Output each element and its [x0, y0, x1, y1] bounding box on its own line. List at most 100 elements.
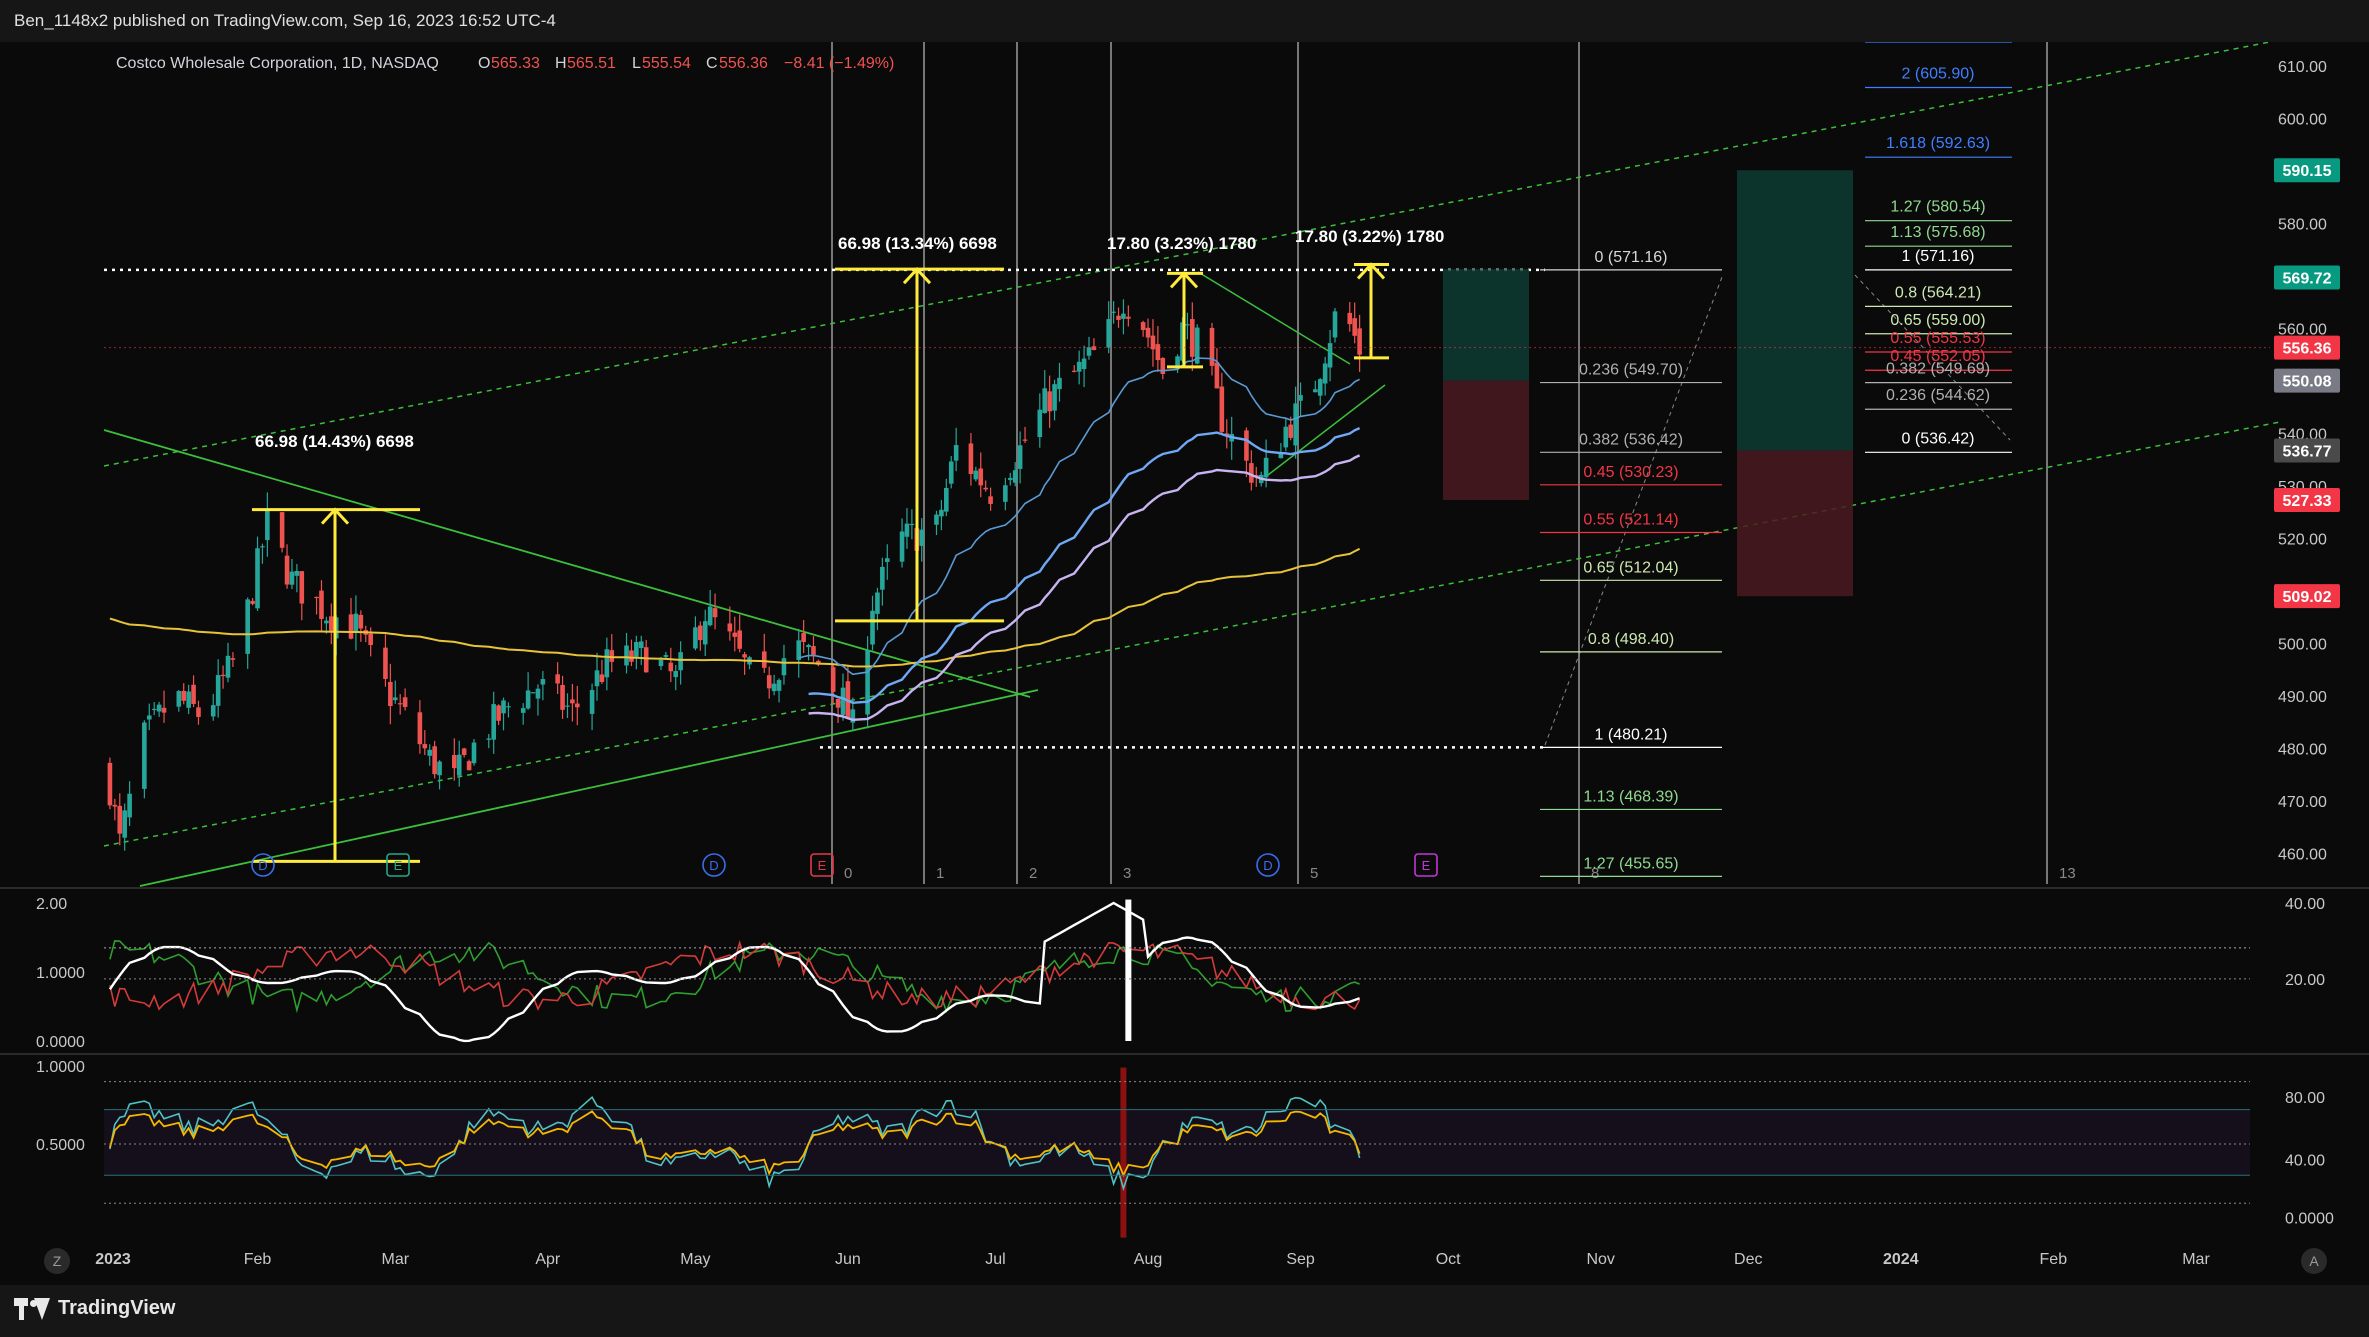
indicator-axis-tick: 0.0000	[2285, 1210, 2334, 1227]
candle-body	[1012, 470, 1018, 483]
svg-text:H: H	[555, 55, 567, 72]
candle-body	[565, 705, 570, 707]
candle-body	[1214, 362, 1220, 389]
long-position-stop-zone	[1443, 380, 1529, 501]
candle-body	[634, 641, 639, 657]
fib-extension-label: 0.55 (555.53)	[1890, 330, 1985, 347]
svg-text:556.36: 556.36	[719, 55, 768, 72]
fib-retracement-label: 0.55 (521.14)	[1583, 512, 1678, 529]
candle-body	[456, 754, 462, 776]
candle-body	[1052, 384, 1057, 411]
candle-body	[1106, 319, 1111, 348]
chart-canvas[interactable]: 0 1 2 3 5 8 130 (571.16)0.236 (549.70)0.382 (5…	[0, 39, 2369, 1285]
candle-body	[884, 558, 890, 562]
measure-q2-label: 66.98 (13.34%) 6698	[838, 234, 997, 253]
candle-body	[250, 600, 255, 604]
candle-body	[1037, 409, 1043, 438]
candle-body	[1190, 319, 1195, 357]
fib-extension-label: 0.236 (544.62)	[1886, 387, 1990, 404]
candle-body	[973, 470, 979, 480]
fib-extension-label: 0.65 (559.00)	[1890, 312, 1985, 329]
candle-body	[1160, 358, 1166, 375]
time-axis-tick: Dec	[1734, 1251, 1762, 1268]
candle-body	[953, 445, 959, 461]
tradingview-logo[interactable]: TradingView	[14, 1297, 175, 1320]
candle-body	[486, 738, 492, 740]
candle-body	[432, 746, 437, 775]
candle-body	[1086, 347, 1092, 356]
indicator-axis-tick: 40.00	[2285, 1153, 2325, 1170]
candle-body	[968, 443, 974, 475]
price-tag-label: 527.33	[2283, 493, 2332, 510]
time-axis-tick: Aug	[1134, 1251, 1162, 1268]
candle-body	[1071, 370, 1077, 372]
candle-body	[1352, 318, 1357, 336]
candle-body	[314, 596, 319, 599]
candle-body	[220, 674, 226, 677]
candle-body	[638, 641, 644, 649]
event-marker-label: D	[258, 858, 267, 873]
candle-body	[255, 548, 260, 609]
scale-z-button[interactable]: Z	[44, 1248, 70, 1274]
event-marker-label: E	[1422, 858, 1431, 873]
scale-auto-button[interactable]: A	[2301, 1248, 2327, 1274]
candle-body	[353, 613, 359, 634]
price-tag-label: 590.15	[2283, 163, 2332, 180]
fib-retracement-label: 0.382 (536.42)	[1579, 431, 1683, 448]
candle-body	[1313, 389, 1318, 393]
candle-body	[1076, 361, 1082, 372]
fib-extension-label: 2 (605.90)	[1902, 66, 1975, 83]
candle-body	[555, 674, 560, 684]
candle-body	[599, 674, 605, 683]
fib-retracement-label: 0.45 (530.23)	[1583, 464, 1678, 481]
time-axis-tick: Feb	[244, 1251, 272, 1268]
price-axis-tick: 490.00	[2278, 689, 2327, 706]
candle-body	[865, 650, 870, 715]
time-axis-tick: Jun	[835, 1251, 861, 1268]
candle-body	[624, 645, 629, 666]
fib-retracement-label: 0 (571.16)	[1595, 249, 1668, 266]
candle-body	[496, 705, 501, 721]
event-marker-label: D	[1263, 858, 1272, 873]
candle-body	[151, 708, 157, 711]
fib-time-label: 0	[844, 865, 852, 882]
candle-body	[693, 627, 698, 649]
measure-aug-label: 17.80 (3.23%) 1780	[1107, 234, 1256, 253]
candle-body	[766, 675, 772, 689]
candle-body	[520, 708, 526, 713]
indicator2-spike-bar	[1120, 1067, 1127, 1238]
fib-extension-label: 1 (571.16)	[1902, 248, 1975, 265]
tradingview-logo-icon	[14, 1297, 50, 1320]
candle-body	[806, 644, 811, 648]
candle-body	[811, 646, 816, 655]
candle-body	[1121, 313, 1126, 319]
candle-body	[771, 683, 777, 692]
chart-area[interactable]: 0 1 2 3 5 8 13 0 (571.16) 0.236 (549.70) 0.382 (5…	[0, 39, 2369, 1285]
candle-body	[1047, 391, 1052, 412]
time-axis-tick: Sep	[1286, 1251, 1315, 1268]
candle-body	[383, 647, 388, 679]
candle-body	[830, 667, 836, 692]
candle-body	[801, 633, 806, 642]
candle-body	[186, 691, 191, 708]
candle-body	[1317, 379, 1323, 396]
candle-body	[466, 761, 472, 771]
candle-body	[319, 590, 324, 619]
candle-body	[230, 658, 236, 660]
candle-body	[122, 810, 127, 838]
candle-body	[299, 571, 305, 604]
candle-body	[1155, 344, 1161, 361]
candle-body	[978, 468, 984, 486]
price-axis-tick: 600.00	[2278, 112, 2327, 129]
candle-body	[142, 722, 147, 789]
candle-body	[870, 610, 875, 645]
candle-body	[112, 804, 118, 807]
price-tag-label: 550.08	[2283, 374, 2332, 391]
candle-body	[245, 599, 250, 654]
candle-body	[196, 707, 201, 717]
candle-body	[358, 614, 364, 629]
candle-body	[156, 704, 162, 712]
price-axis-tick: 460.00	[2278, 847, 2327, 864]
candle-body	[939, 509, 944, 517]
candle-body	[1022, 439, 1028, 441]
